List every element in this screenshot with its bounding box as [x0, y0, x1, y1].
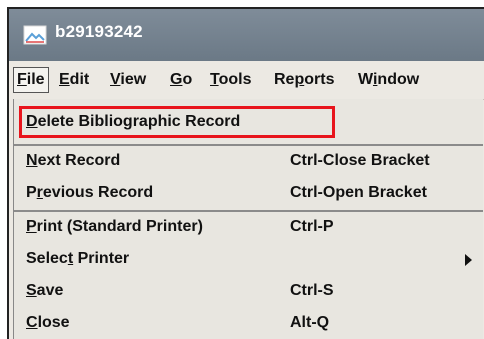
menu-separator — [14, 144, 483, 146]
menu-item-previous-record[interactable]: Previous Record Ctrl-Open Bracket — [14, 179, 483, 207]
menu-tools[interactable]: Tools — [207, 67, 254, 93]
menu-window[interactable]: Window — [355, 67, 422, 93]
shortcut-label: Ctrl-Close Bracket — [290, 152, 430, 169]
menu-item-select-printer[interactable]: Select Printer — [14, 245, 483, 273]
menu-item-close[interactable]: Close Alt-Q — [14, 309, 483, 337]
menu-edit[interactable]: Edit — [56, 67, 92, 93]
record-window-icon — [23, 25, 47, 45]
menu-file[interactable]: File — [13, 67, 49, 93]
file-menu-dropdown: Delete Bibliographic Record Next Record … — [13, 99, 483, 339]
shortcut-label: Ctrl-Open Bracket — [290, 184, 427, 201]
application-window: b29193242 File Edit View Go Tools Report… — [7, 7, 484, 339]
shortcut-label: Alt-Q — [290, 314, 330, 331]
menu-go[interactable]: Go — [167, 67, 195, 93]
submenu-arrow-icon — [465, 254, 472, 266]
window-title: b29193242 — [55, 22, 143, 41]
menu-reports[interactable]: Reports — [271, 67, 337, 93]
highlight-annotation-box — [19, 106, 335, 138]
shortcut-label: Ctrl-S — [290, 282, 334, 299]
menu-item-save[interactable]: Save Ctrl-S — [14, 277, 483, 305]
menu-view[interactable]: View — [107, 67, 149, 93]
title-bar[interactable]: b29193242 — [9, 9, 484, 61]
menu-item-print-standard-printer[interactable]: Print (Standard Printer) Ctrl-P — [14, 213, 483, 241]
menu-separator — [14, 210, 483, 212]
menu-bar: File Edit View Go Tools Reports Window — [13, 61, 484, 100]
shortcut-label: Ctrl-P — [290, 218, 334, 235]
menu-item-next-record[interactable]: Next Record Ctrl-Close Bracket — [14, 147, 483, 175]
